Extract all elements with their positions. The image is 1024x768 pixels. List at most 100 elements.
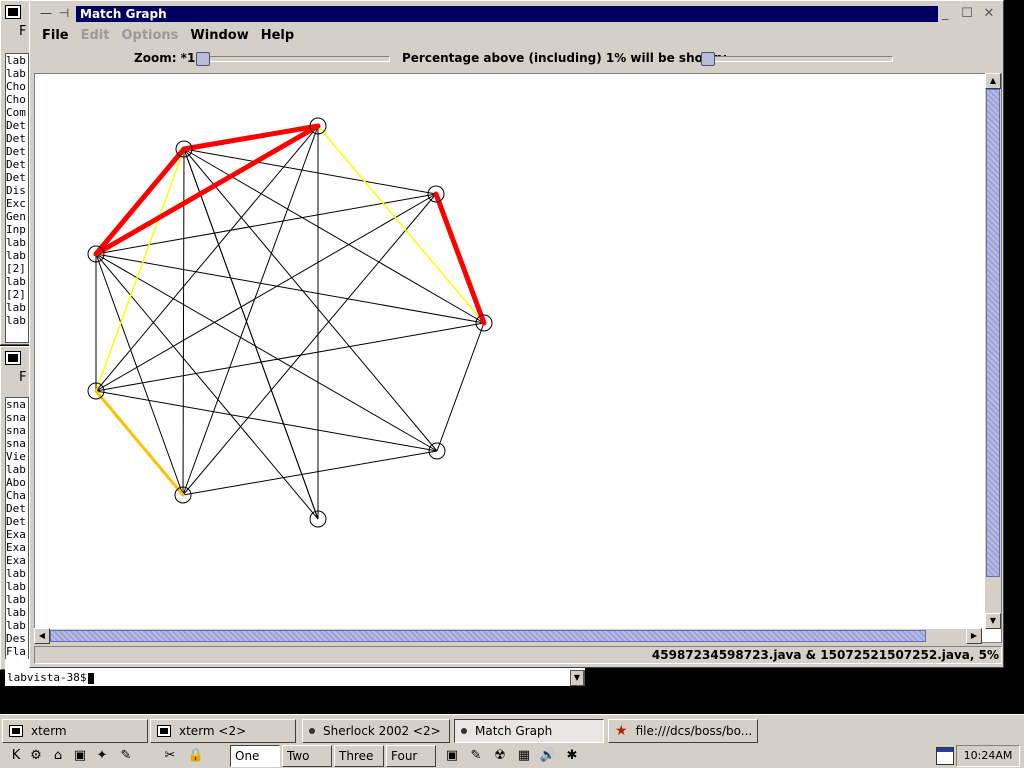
terminal-line: Det <box>6 132 26 145</box>
background-terminal-window-2[interactable]: F sna sna sna sna Vie lab Abo Cha Det Det Exa Exa Ex… <box>0 346 30 670</box>
settings-icon[interactable]: ⚙ <box>26 745 46 765</box>
workspace-two[interactable]: Two <box>282 745 332 767</box>
home-icon[interactable]: ⌂ <box>48 745 68 765</box>
tray-sound-icon[interactable]: 🔊 <box>538 745 558 765</box>
taskbar-task-2[interactable]: xterm <2> <box>150 719 296 743</box>
tools-icon[interactable]: ✂ <box>160 745 180 765</box>
terminal-line: Inp <box>6 223 26 236</box>
menu-file[interactable]: File <box>36 25 75 47</box>
taskbar: xterm xterm <2> Sherlock 2002 <2> Match Gra… <box>0 714 1024 768</box>
minimize-icon[interactable]: _ <box>937 6 953 22</box>
scroll-left-arrow[interactable]: ◀ <box>34 628 50 644</box>
terminal-icon <box>5 5 21 19</box>
vertical-scroll-thumb[interactable] <box>986 89 1000 577</box>
scroll-down-arrow[interactable]: ▼ <box>985 613 1001 629</box>
terminal-line: Det <box>6 145 26 158</box>
taskbar-task-5[interactable]: ★ file:///dcs/boss/bo... <box>608 719 758 743</box>
workspace-three[interactable]: Three <box>334 745 384 767</box>
taskbar-task-1[interactable]: xterm <box>2 719 148 743</box>
menu-options[interactable]: Options <box>115 25 184 47</box>
terminal-line: sna <box>6 424 26 437</box>
graph-edge <box>182 193 437 496</box>
graph-edge <box>95 253 319 520</box>
k-menu-icon[interactable]: K <box>6 745 26 765</box>
terminal-line: Exa <box>6 554 26 567</box>
vertical-scrollbar[interactable]: ▲ ▼ <box>985 73 1001 629</box>
terminal-titlebar[interactable] <box>1 347 29 369</box>
menu-edit[interactable]: Edit <box>75 25 116 47</box>
workspace-one[interactable]: One <box>230 745 280 767</box>
graph-edge <box>436 322 485 452</box>
taskbar-task-4[interactable]: Match Graph <box>454 719 604 743</box>
menu-help[interactable]: Help <box>255 25 300 47</box>
maximize-icon[interactable]: ☐ <box>959 6 975 22</box>
graph-edge <box>183 148 438 452</box>
horizontal-scrollbar[interactable]: ◀ ▶ <box>34 628 982 644</box>
scroll-down-arrow[interactable]: ▼ <box>570 670 584 686</box>
graph-match-edge <box>93 146 187 257</box>
terminal-output[interactable]: sna sna sna sna Vie lab Abo Cha Det Det Exa Exa Exa l… <box>5 397 29 669</box>
menu-window[interactable]: Window <box>184 25 254 47</box>
terminal-line: lab <box>6 236 26 249</box>
background-terminal-window[interactable]: F lab lab Cho Cho Com Det Det Det Det Det Dis Exc Ge… <box>0 0 30 345</box>
tray-terminal-icon[interactable]: ▣ <box>442 745 462 765</box>
terminal-line: Det <box>6 158 26 171</box>
clock[interactable]: 10:24AM <box>956 745 1020 767</box>
close-icon[interactable]: ✕ <box>981 6 997 22</box>
taskbar-task-3[interactable]: Sherlock 2002 <2> <box>302 719 450 743</box>
graph-edge <box>182 125 319 496</box>
terminal-output[interactable]: lab lab Cho Cho Com Det Det Det Det Det Dis Exc Gen I… <box>5 53 29 343</box>
horizontal-scroll-thumb[interactable] <box>50 630 926 642</box>
task-label: xterm <box>31 724 67 738</box>
edit-icon[interactable]: ✎ <box>116 745 136 765</box>
percentage-slider[interactable] <box>701 56 893 62</box>
scroll-up-arrow[interactable]: ▲ <box>985 73 1001 89</box>
match-graph[interactable] <box>35 74 985 629</box>
window-titlebar[interactable]: — ⊣ Match Graph _ ☐ ✕ <box>32 3 1001 25</box>
package-icon[interactable]: ✦ <box>92 745 112 765</box>
terminal-icon <box>157 725 171 737</box>
terminal-icon <box>5 351 21 365</box>
terminal-line: lab <box>6 249 26 262</box>
tray-network-icon[interactable]: ✱ <box>562 745 582 765</box>
terminal-menu-file[interactable]: F <box>1 369 29 387</box>
zoom-slider[interactable] <box>196 56 390 62</box>
dot-icon <box>461 728 467 734</box>
terminal-line: sna <box>6 398 26 411</box>
lock-icon[interactable]: 🔒 <box>186 745 206 765</box>
terminal-line: lab <box>6 275 26 288</box>
workspace-four[interactable]: Four <box>386 745 436 767</box>
terminal-line: lab <box>6 593 26 606</box>
tray-monitor-icon[interactable]: ▦ <box>514 745 534 765</box>
graph-match-edge <box>94 389 185 497</box>
scroll-right-arrow[interactable]: ▶ <box>966 628 982 644</box>
zoom-slider-thumb[interactable] <box>196 52 210 66</box>
calendar-icon[interactable] <box>936 747 954 765</box>
terminal-line: lab <box>6 67 26 80</box>
terminal-launcher-icon[interactable]: ▣ <box>70 745 90 765</box>
terminal-line: lab <box>6 314 26 327</box>
tray-radiation-icon[interactable]: ☢ <box>490 745 510 765</box>
percentage-slider-thumb[interactable] <box>701 52 715 66</box>
dot-icon <box>309 728 315 734</box>
terminal-line: lab <box>6 463 26 476</box>
terminal-line: [2] <box>6 262 26 275</box>
terminal-line: Det <box>6 171 26 184</box>
percentage-label: Percentage above (including) 1% will be … <box>402 51 728 65</box>
terminal-icon <box>9 725 23 737</box>
tray-pencil-icon[interactable]: ✎ <box>466 745 486 765</box>
text-cursor <box>88 672 95 684</box>
match-graph-window[interactable]: — ⊣ Match Graph _ ☐ ✕ File Edit Options Win… <box>29 0 1004 668</box>
terminal-menu-file[interactable]: F <box>1 23 29 41</box>
prompt-text: labvista-38$ <box>7 671 87 684</box>
graph-canvas[interactable] <box>34 73 1002 643</box>
terminal-titlebar[interactable] <box>1 1 29 23</box>
terminal-line: Abo <box>6 476 26 489</box>
terminal-prompt[interactable]: labvista-38$ <box>5 670 585 686</box>
graph-edge <box>95 253 485 324</box>
terminal-line: Cha <box>6 489 26 502</box>
status-text: 45987234598723.java & 15072521507252.jav… <box>651 648 999 662</box>
window-menu-icon[interactable]: — <box>38 6 54 22</box>
pin-icon[interactable]: ⊣ <box>56 6 72 22</box>
terminal-line: Exc <box>6 197 26 210</box>
